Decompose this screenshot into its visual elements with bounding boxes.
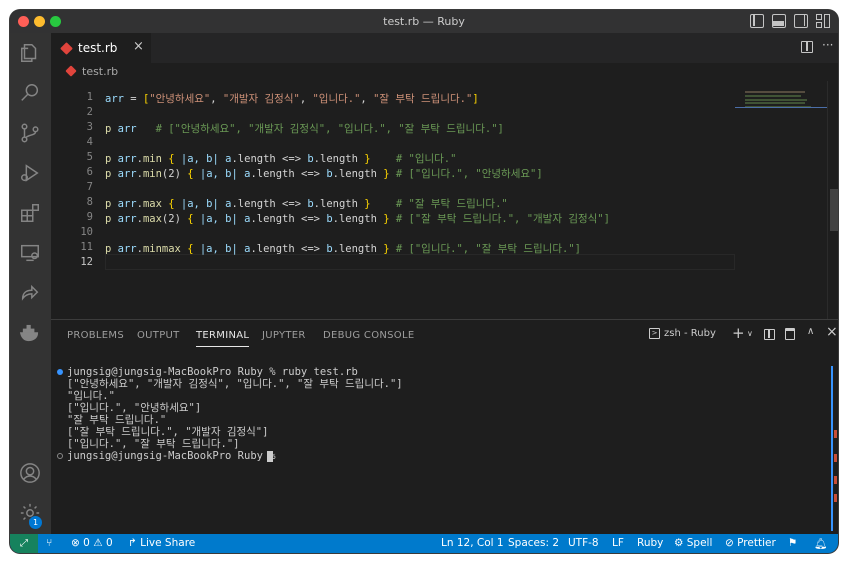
cursor-position[interactable]: Ln 12, Col 1 <box>441 537 504 549</box>
code-line-3: p arr # ["안녕하세요", "개발자 김정식", "입니다.", "잘 … <box>105 123 504 135</box>
spell-button[interactable]: ⚙ Spell <box>674 537 712 549</box>
encoding[interactable]: UTF-8 <box>568 537 599 549</box>
more-actions-icon[interactable]: ··· <box>822 38 833 52</box>
error-icon: ⊗ <box>71 537 80 549</box>
settings-update-badge: 1 <box>29 516 42 529</box>
warning-count: 0 <box>105 537 113 549</box>
line-number: 10 <box>80 226 93 238</box>
notifications-bell-icon[interactable]: 🔔︎ <box>814 537 827 550</box>
code-line-1: arr = ["안녕하세요", "개발자 김정식", "입니다.", "잘 부탁… <box>105 93 479 105</box>
terminal-prompt: jungsig@jungsig-MacBookPro Ruby % <box>67 450 282 462</box>
toggle-primary-sidebar-icon[interactable] <box>750 14 764 28</box>
run-debug-icon[interactable] <box>18 161 42 185</box>
tab-output[interactable]: OUTPUT <box>137 330 180 341</box>
customize-layout-icon[interactable] <box>816 14 830 28</box>
line-number-current: 12 <box>80 256 93 268</box>
close-panel-icon[interactable]: × <box>826 324 838 340</box>
search-icon[interactable] <box>18 81 42 105</box>
minimap[interactable] <box>735 81 827 319</box>
toggle-secondary-sidebar-icon[interactable] <box>794 14 808 28</box>
code-line-9: p arr.max(2) { |a, b| a.length <=> b.len… <box>105 213 610 225</box>
prompt-idle-dot <box>57 453 63 459</box>
live-share-button[interactable]: ↱ Live Share <box>128 537 195 549</box>
tab-problems[interactable]: PROBLEMS <box>67 330 124 341</box>
window-title: test.rb — Ruby <box>383 15 465 28</box>
terminal-scrollbar[interactable] <box>830 366 838 531</box>
tab-label: test.rb <box>78 41 118 55</box>
live-share-icon[interactable] <box>18 281 42 305</box>
branch-icon[interactable]: ⑂ <box>46 537 52 549</box>
source-control-icon[interactable] <box>18 121 42 145</box>
terminal-name: zsh - Ruby <box>664 328 716 339</box>
end-of-line[interactable]: LF <box>612 537 624 549</box>
terminal-line: ["안녕하세요", "개발자 김정식", "입니다.", "잘 부탁 드립니다.… <box>67 378 403 390</box>
spell-check-icon: ⚙ <box>674 537 684 549</box>
ruby-file-icon <box>65 65 77 77</box>
warning-icon: ⚠ <box>93 537 103 549</box>
vscode-window: test.rb — Ruby 1 test.rb × ··· test.rb 1… <box>10 10 838 553</box>
breadcrumb-file[interactable]: test.rb <box>82 65 118 78</box>
line-number: 7 <box>86 181 93 193</box>
split-terminal-icon[interactable] <box>764 329 775 340</box>
tab-terminal[interactable]: TERMINAL <box>196 330 250 347</box>
activity-bar: 1 <box>10 33 51 534</box>
terminal-shell-icon: > <box>649 328 660 339</box>
problems-indicator[interactable]: ⊗ 0 ⚠ 0 <box>71 537 113 549</box>
title-bar: test.rb — Ruby <box>10 10 838 33</box>
status-bar: ⤢ ⑂ ⊗ 0 ⚠ 0 ↱ Live Share Ln 12, Col 1 Sp… <box>10 534 838 553</box>
prettier-icon: ⊘ <box>725 537 734 549</box>
language-mode[interactable]: Ruby <box>637 537 663 549</box>
line-number: 2 <box>86 106 93 118</box>
remote-explorer-icon[interactable] <box>18 241 42 265</box>
feedback-icon[interactable]: ⚑ <box>788 537 797 549</box>
tab-debug-console[interactable]: DEBUG CONSOLE <box>323 330 414 341</box>
close-tab-icon[interactable]: × <box>133 39 144 54</box>
code-line-11: p arr.minmax { |a, b| a.length <=> b.len… <box>105 243 581 255</box>
spell-label: Spell <box>686 537 713 549</box>
chevron-down-icon[interactable]: ∨ <box>747 329 753 338</box>
error-count: 0 <box>83 537 90 549</box>
indentation[interactable]: Spaces: 2 <box>508 537 559 549</box>
remote-indicator-icon[interactable]: ⤢ <box>10 534 38 553</box>
live-share-icon: ↱ <box>128 537 137 549</box>
prettier-button[interactable]: ⊘ Prettier <box>725 537 776 549</box>
split-editor-icon[interactable] <box>801 41 813 53</box>
editor-vertical-scrollbar[interactable] <box>827 81 838 319</box>
explorer-icon[interactable] <box>18 41 42 65</box>
code-editor[interactable]: 1 2 3 4 5 6 7 8 9 10 11 12 arr = ["안녕하세요… <box>51 81 838 319</box>
docker-icon[interactable] <box>18 321 42 345</box>
bottom-panel: PROBLEMS OUTPUT TERMINAL JUPYTER DEBUG C… <box>51 319 838 534</box>
code-line-6: p arr.min(2) { |a, b| a.length <=> b.len… <box>105 168 543 180</box>
live-share-label: Live Share <box>140 537 196 549</box>
command-success-dot <box>57 369 63 375</box>
layout-controls <box>750 14 830 28</box>
terminal-cursor <box>267 451 273 462</box>
terminal-selector[interactable]: > zsh - Ruby <box>649 328 716 339</box>
editor-tab-bar: test.rb × ··· <box>51 33 838 63</box>
line-number: 4 <box>86 136 93 148</box>
trash-icon[interactable] <box>785 328 795 340</box>
code-line-5: p arr.min { |a, b| a.length <=> b.length… <box>105 153 457 165</box>
extensions-icon[interactable] <box>18 201 42 225</box>
code-line-8: p arr.max { |a, b| a.length <=> b.length… <box>105 198 508 210</box>
tab-jupyter[interactable]: JUPYTER <box>262 330 306 341</box>
terminal-output[interactable]: jungsig@jungsig-MacBookPro Ruby % ruby t… <box>57 356 827 531</box>
toggle-panel-icon[interactable] <box>772 14 786 28</box>
breadcrumb: test.rb <box>51 63 838 81</box>
prettier-label: Prettier <box>737 537 776 549</box>
tab-test-rb[interactable]: test.rb × <box>51 33 151 63</box>
new-terminal-icon[interactable]: + <box>732 324 745 342</box>
account-icon[interactable] <box>18 461 42 485</box>
ruby-file-icon <box>60 42 73 55</box>
chevron-up-icon[interactable]: ∧ <box>807 326 814 337</box>
